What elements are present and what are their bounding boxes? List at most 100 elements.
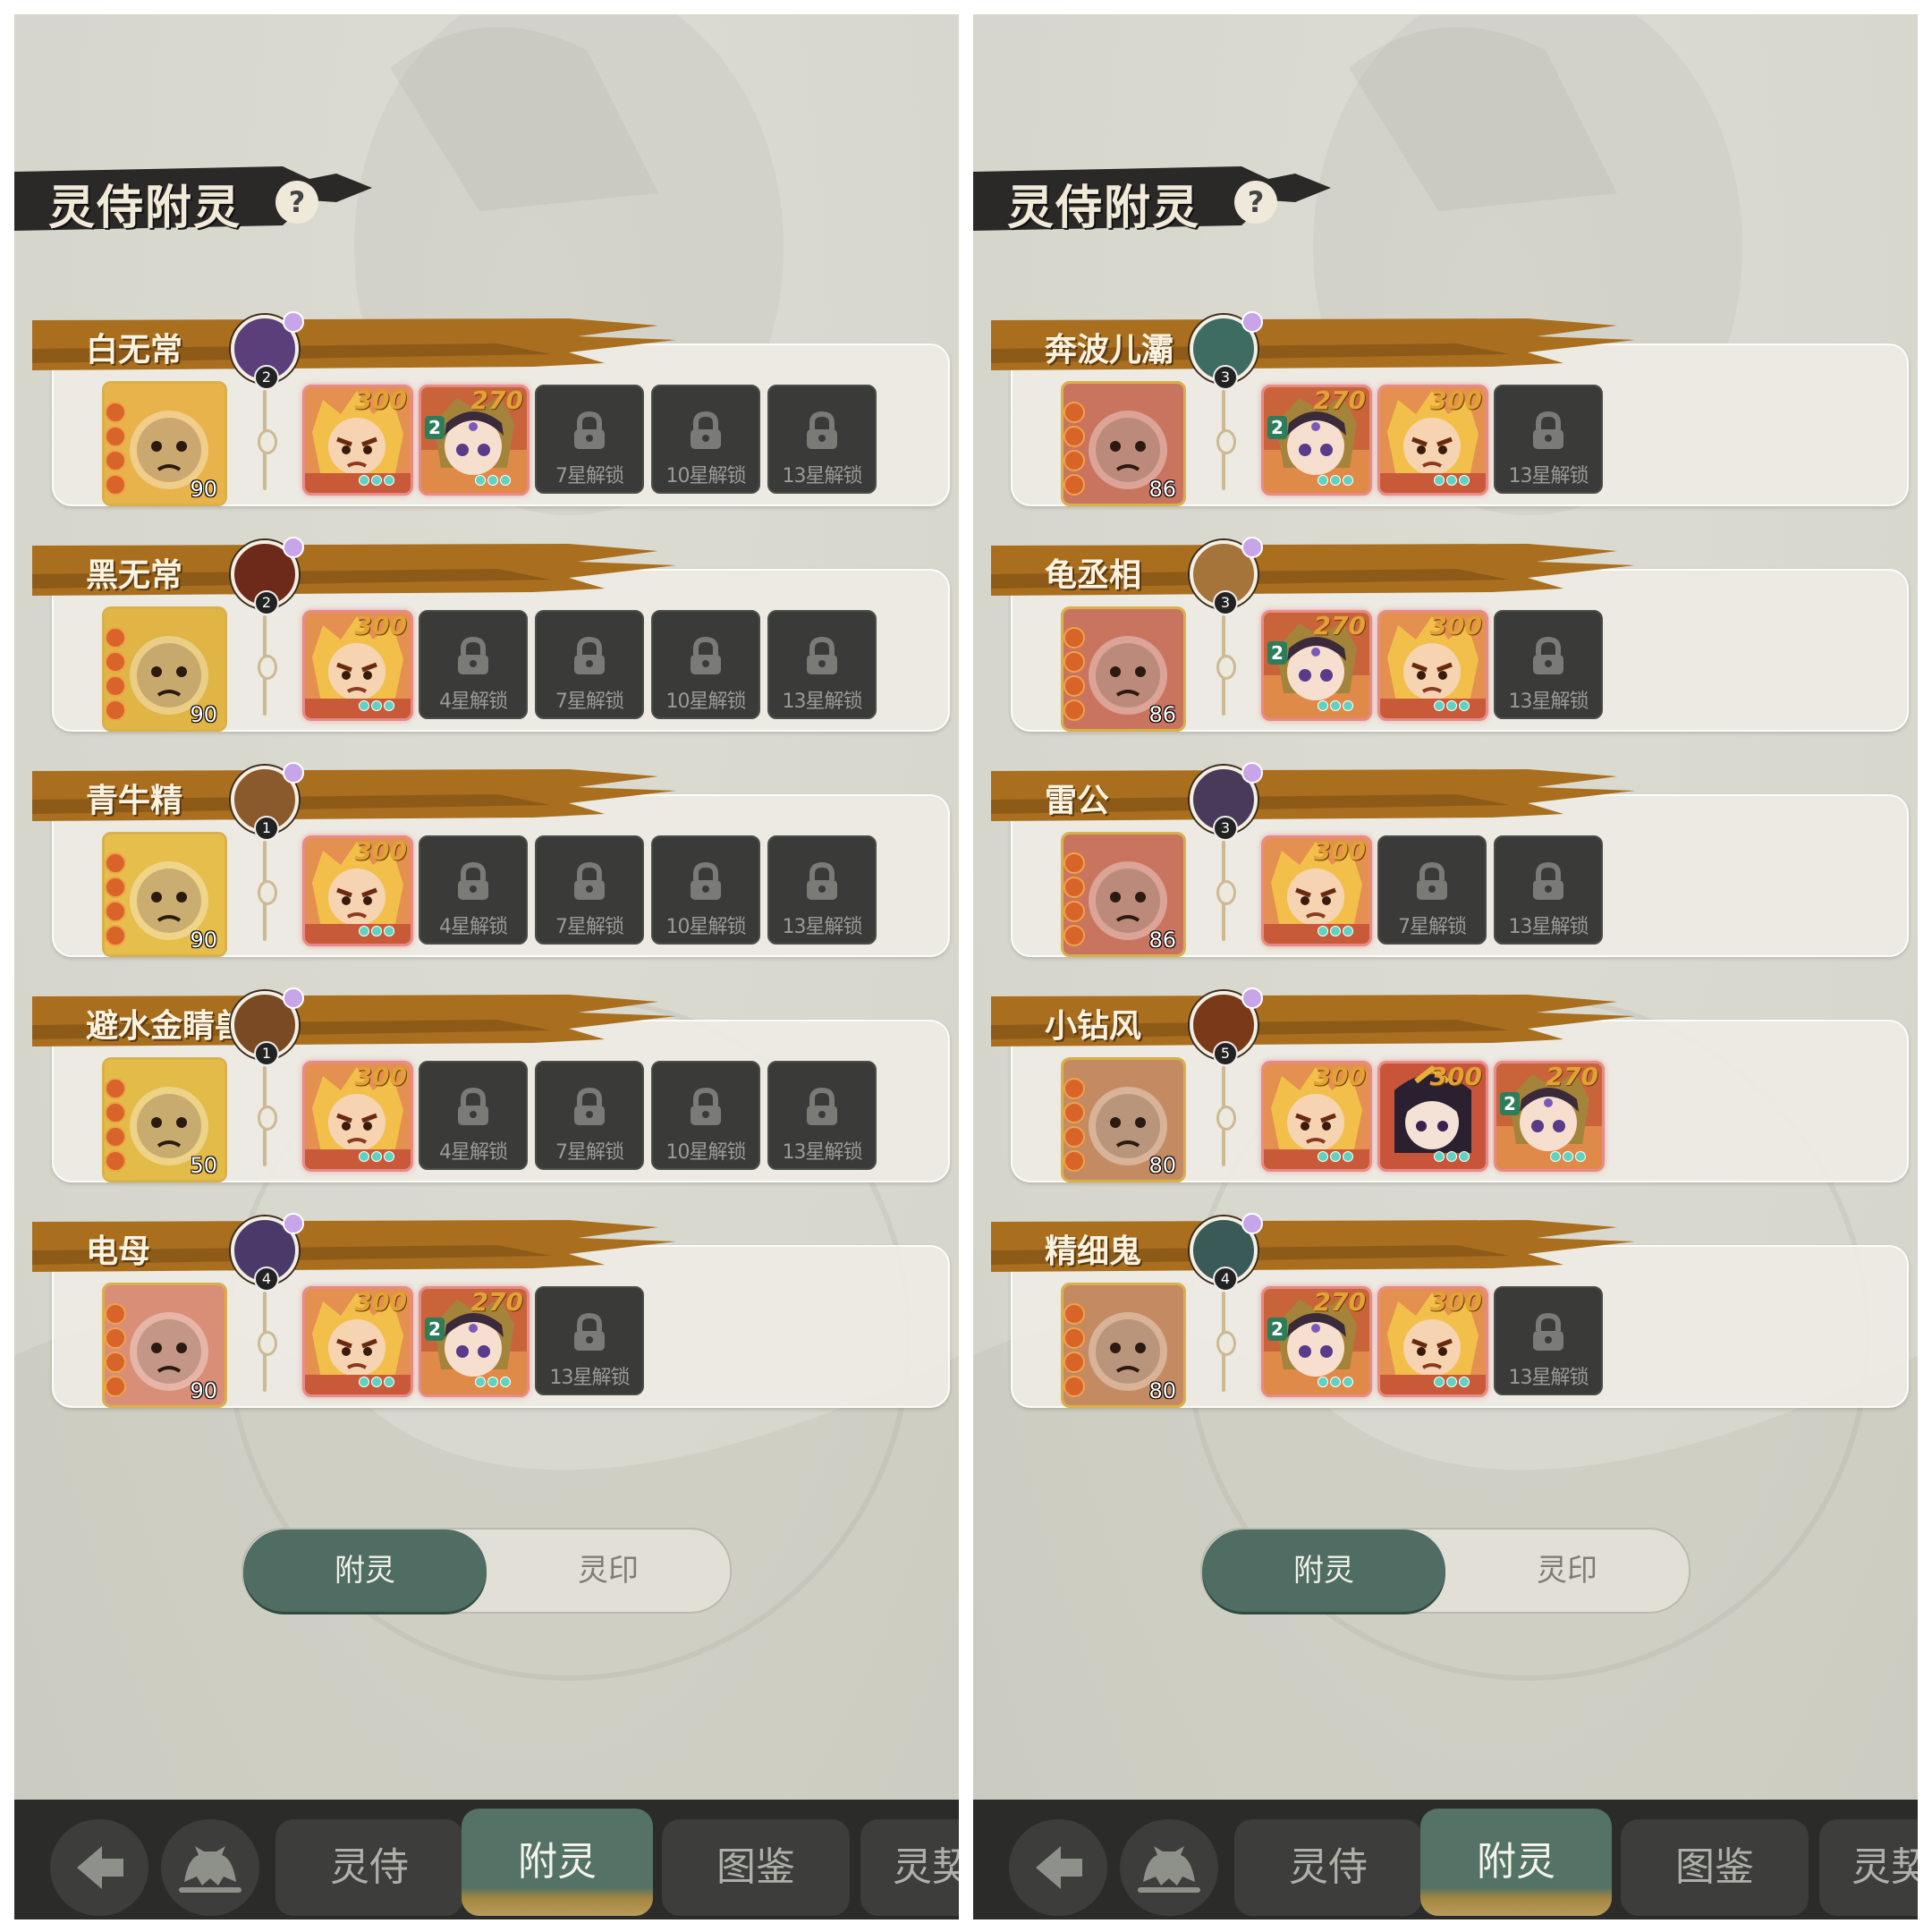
nav-tab-tab3[interactable]: 图鉴 <box>1621 1819 1809 1916</box>
servant-emblem-icon[interactable]: 2 <box>231 537 304 615</box>
nav-tab-tab4[interactable]: 灵契 <box>860 1819 959 1916</box>
locked-slot[interactable]: 7星解锁 <box>535 610 644 719</box>
servant-name: 电母 <box>86 1233 151 1270</box>
locked-slot[interactable]: 7星解锁 <box>535 1061 644 1170</box>
servant-portrait[interactable]: 90 <box>102 832 227 957</box>
locked-slot[interactable]: 13星解锁 <box>1494 835 1603 945</box>
mode-toggle: 附灵 灵印 <box>242 1528 732 1614</box>
help-icon[interactable]: ? <box>1234 181 1277 224</box>
servant-emblem-icon[interactable]: 1 <box>231 762 304 841</box>
rank-dots-icon <box>1318 472 1355 489</box>
servant-emblem-icon[interactable]: 4 <box>1190 1213 1263 1292</box>
locked-slot[interactable]: 13星解锁 <box>535 1286 644 1395</box>
locked-slot[interactable]: 13星解锁 <box>767 385 877 494</box>
unlock-requirement: 7星解锁 <box>555 691 624 713</box>
locked-slot[interactable]: 7星解锁 <box>535 385 644 494</box>
attached-spirit-slot[interactable]: 270 2 <box>1261 610 1372 721</box>
locked-slot[interactable]: 7星解锁 <box>535 835 644 945</box>
locked-slot[interactable]: 4星解锁 <box>419 610 528 719</box>
servant-portrait[interactable]: 90 <box>102 606 227 732</box>
divider <box>258 1292 277 1392</box>
locked-slot[interactable]: 4星解锁 <box>419 1061 528 1170</box>
nav-tab-tab1[interactable]: 灵侍 <box>275 1819 463 1916</box>
back-arrow-icon[interactable] <box>1009 1819 1107 1916</box>
rank-dots-icon <box>1318 1374 1355 1391</box>
creature-icon[interactable] <box>161 1819 259 1916</box>
locked-slot[interactable]: 13星解锁 <box>1494 385 1603 494</box>
unlock-requirement: 13星解锁 <box>1508 916 1589 938</box>
toggle-seal[interactable]: 灵印 <box>487 1530 730 1612</box>
attached-spirit-slot[interactable]: 300 <box>1261 835 1372 946</box>
emblem-level: 3 <box>1213 590 1238 615</box>
attached-spirit-slot[interactable]: 300 <box>1261 1061 1372 1172</box>
nav-tab-tab2[interactable]: 附灵 <box>1420 1809 1612 1916</box>
screen-panel: 灵侍附灵? 白无常 2 90 300 270 2 7星解锁 10星解锁 13星解锁 黑无常 2 90 30… <box>14 14 959 1919</box>
locked-slot[interactable]: 7星解锁 <box>1377 835 1487 945</box>
locked-slot[interactable]: 10星解锁 <box>651 385 760 494</box>
nav-tab-tab1[interactable]: 灵侍 <box>1234 1819 1422 1916</box>
locked-slot[interactable]: 13星解锁 <box>767 835 877 945</box>
star-rating-icon <box>105 627 126 724</box>
unlock-requirement: 7星解锁 <box>555 465 624 487</box>
attached-spirit-slot[interactable]: 300 <box>302 1061 413 1172</box>
servant-emblem-icon[interactable]: 1 <box>231 987 304 1066</box>
locked-slot[interactable]: 10星解锁 <box>651 835 760 945</box>
locked-slot[interactable]: 13星解锁 <box>767 1061 877 1170</box>
attached-spirit-slot[interactable]: 300 <box>302 835 413 946</box>
toggle-attach[interactable]: 附灵 <box>243 1530 487 1612</box>
attached-spirit-slot[interactable]: 270 2 <box>1261 385 1372 496</box>
servant-emblem-icon[interactable]: 5 <box>1190 987 1263 1066</box>
servant-portrait[interactable]: 50 <box>102 1057 227 1182</box>
locked-slot[interactable]: 10星解锁 <box>651 1061 760 1170</box>
unlock-requirement: 10星解锁 <box>665 465 747 487</box>
servant-portrait[interactable]: 86 <box>1061 832 1186 957</box>
servant-emblem-icon[interactable]: 3 <box>1190 762 1263 841</box>
toggle-seal[interactable]: 灵印 <box>1445 1530 1689 1612</box>
attached-spirit-slot[interactable]: 270 2 <box>419 1286 530 1397</box>
servant-portrait[interactable]: 80 <box>1061 1057 1186 1182</box>
toggle-attach[interactable]: 附灵 <box>1202 1530 1445 1612</box>
spirit-power: 300 <box>354 1062 407 1091</box>
creature-icon[interactable] <box>1120 1819 1218 1916</box>
servant-emblem-icon[interactable]: 3 <box>1190 311 1263 390</box>
attached-spirit-slot[interactable]: 300 <box>302 1286 413 1397</box>
attached-spirit-slot[interactable]: 300 <box>302 385 413 496</box>
servant-portrait[interactable]: 90 <box>102 381 227 506</box>
locked-slot[interactable]: 4星解锁 <box>419 835 528 945</box>
locked-slot[interactable]: 10星解锁 <box>651 610 760 719</box>
nav-tab-tab2[interactable]: 附灵 <box>462 1809 653 1916</box>
attached-spirit-slot[interactable]: 300 <box>1377 1286 1488 1397</box>
divider <box>1216 615 1236 716</box>
spirit-tier-badge: 2 <box>1500 1092 1520 1115</box>
nav-tab-label: 灵侍 <box>1289 1844 1368 1890</box>
servant-emblem-icon[interactable]: 4 <box>231 1213 304 1292</box>
unlock-requirement: 13星解锁 <box>1508 691 1589 713</box>
locked-slot[interactable]: 13星解锁 <box>1494 610 1603 719</box>
servant-portrait[interactable]: 90 <box>102 1283 227 1408</box>
attached-spirit-slot[interactable]: 300 <box>1377 610 1488 721</box>
attached-spirit-slot[interactable]: 270 2 <box>1261 1286 1372 1397</box>
background-art <box>14 14 959 1919</box>
attached-spirit-slot[interactable]: 300 <box>1377 385 1488 496</box>
attached-spirit-slot[interactable]: 300 <box>1377 1061 1488 1172</box>
attached-spirit-slot[interactable]: 300 <box>302 610 413 721</box>
locked-slot[interactable]: 13星解锁 <box>767 610 877 719</box>
locked-slot[interactable]: 13星解锁 <box>1494 1286 1603 1395</box>
unlock-requirement: 13星解锁 <box>1508 465 1589 487</box>
attached-spirit-slot[interactable]: 270 2 <box>419 385 530 496</box>
servant-portrait[interactable]: 86 <box>1061 606 1186 732</box>
star-rating-icon <box>1063 852 1085 949</box>
mode-toggle: 附灵 灵印 <box>1200 1528 1690 1614</box>
back-arrow-icon[interactable] <box>50 1819 148 1916</box>
nav-tab-tab3[interactable]: 图鉴 <box>662 1819 850 1916</box>
lock-icon <box>689 411 723 451</box>
help-icon[interactable]: ? <box>275 181 318 224</box>
nav-tab-tab4[interactable]: 灵契 <box>1819 1819 1918 1916</box>
spirit-tier-badge: 2 <box>1267 416 1287 439</box>
servant-emblem-icon[interactable]: 2 <box>231 311 304 390</box>
servant-portrait[interactable]: 86 <box>1061 381 1186 506</box>
attached-spirit-slot[interactable]: 270 2 <box>1494 1061 1605 1172</box>
servant-portrait[interactable]: 80 <box>1061 1283 1186 1408</box>
emblem-level: 1 <box>254 816 279 841</box>
servant-emblem-icon[interactable]: 3 <box>1190 537 1263 615</box>
